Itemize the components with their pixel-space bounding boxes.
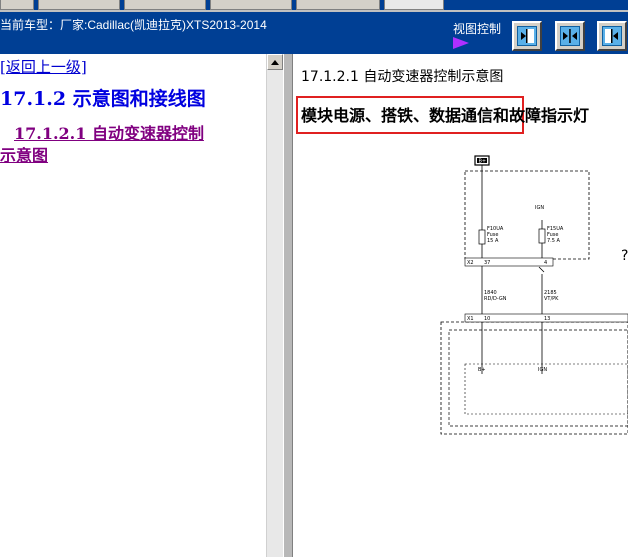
- wire1-color: RD/D-GN: [484, 296, 507, 302]
- fuse1-rating: 15 A: [487, 238, 499, 244]
- highlighted-heading: 模块电源、搭铁、数据通信和故障指示灯: [301, 106, 590, 125]
- terminal-ign: IGN: [538, 367, 547, 373]
- view-left-pane-icon: [517, 26, 537, 46]
- back-link[interactable]: [返回上一级]: [0, 56, 87, 77]
- view-right-pane-icon: [602, 26, 622, 46]
- content-pane: 17.1.2.1 自动变速器控制示意图 模块电源、搭铁、数据通信和故障指示灯 B…: [293, 54, 628, 557]
- toolbar-tab-4[interactable]: [210, 0, 292, 10]
- toolbar-tab-6[interactable]: [384, 0, 444, 10]
- pane-splitter[interactable]: [283, 54, 293, 557]
- view-control-label: 视图控制: [453, 22, 502, 36]
- pin-4-label: 4: [544, 260, 547, 266]
- view-left-pane-button[interactable]: [512, 21, 542, 51]
- pin-10-label: 10: [484, 316, 490, 322]
- section-title: 17.1.2 示意图和接线图: [0, 88, 206, 110]
- scroll-up-arrow-icon: [271, 60, 279, 65]
- top-toolbar: 当前车型：厂家:Cadillac(凯迪拉克)XTS2013-2014 视图控制: [0, 0, 628, 54]
- conn-x2-label: X2: [467, 260, 474, 266]
- fuse-block-outline: [464, 170, 590, 260]
- toolbar-tab-5[interactable]: [296, 0, 380, 10]
- diagram-link-line1[interactable]: 17.1.2.1 自动变速器控制: [14, 120, 204, 144]
- battery-terminal: B+: [474, 155, 490, 166]
- navigation-scrollbar[interactable]: [266, 54, 283, 557]
- view-split-icon: [560, 26, 580, 46]
- scroll-up-button[interactable]: [267, 54, 283, 70]
- view-right-pane-button[interactable]: [597, 21, 627, 51]
- pin-13-label: 13: [544, 316, 550, 322]
- wire2-color: VT/PK: [544, 296, 559, 302]
- fuse-1: F10UA Fuse 15 A: [478, 226, 504, 245]
- view-split-button[interactable]: [555, 21, 585, 51]
- terminal-bplus: B+: [478, 367, 486, 373]
- navigation-pane: [返回上一级] 17.1.2 示意图和接线图 17.1.2.1 自动变速器控制 …: [0, 54, 266, 557]
- fuse2-rating: 7.5 A: [547, 238, 561, 244]
- wiring-diagram: B+ F10UA Fuse 15 A IGN F15UA Fuse 7.5 A …: [440, 155, 628, 435]
- car-model-label: 当前车型：厂家:Cadillac(凯迪拉克)XTS2013-2014: [0, 18, 267, 32]
- conn-x1-label: X1: [467, 316, 474, 322]
- view-control-arrow-icon[interactable]: [453, 37, 469, 49]
- ign-marker: ?: [621, 248, 628, 264]
- fuse2-ign: IGN: [535, 205, 544, 211]
- pin-37-label: 37: [484, 260, 490, 266]
- diagram-link-line2[interactable]: 示意图: [0, 142, 48, 166]
- battery-label: B+: [479, 159, 487, 165]
- content-title: 17.1.2.1 自动变速器控制示意图: [301, 69, 504, 85]
- fuse-2: IGN F15UA Fuse 7.5 A: [535, 205, 564, 244]
- toolbar-separator: [0, 10, 628, 12]
- toolbar-tab-3[interactable]: [124, 0, 206, 10]
- toolbar-tab-1[interactable]: [0, 0, 34, 10]
- toolbar-tab-2[interactable]: [38, 0, 120, 10]
- tcm-outline: [440, 321, 628, 435]
